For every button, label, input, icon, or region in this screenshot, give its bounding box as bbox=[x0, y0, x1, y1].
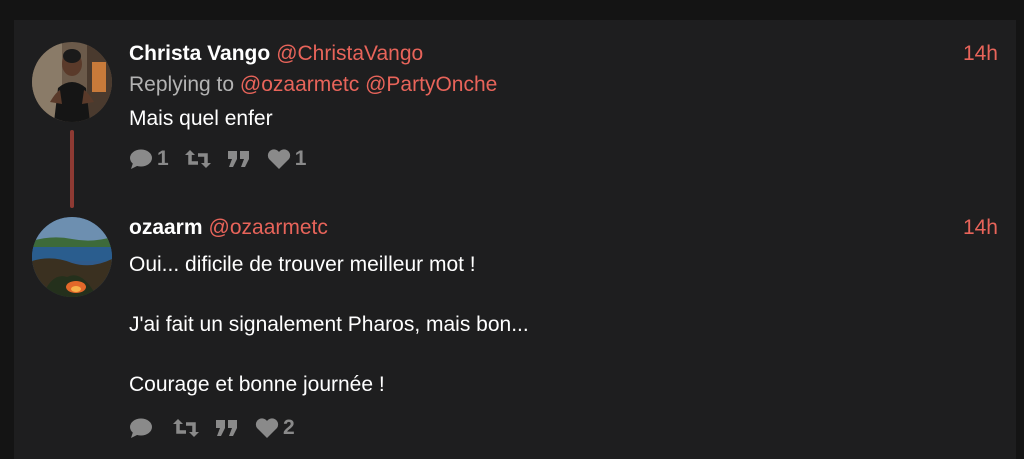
like-count: 2 bbox=[283, 416, 295, 439]
tweet-header: Christa Vango @ChristaVango 14h bbox=[129, 39, 998, 69]
tweet-text-line: J'ai fait un signalement Pharos, mais bo… bbox=[129, 313, 529, 336]
mention-link[interactable]: @ozaarmetc bbox=[240, 73, 359, 96]
quote-button[interactable] bbox=[227, 150, 251, 168]
avatar[interactable] bbox=[32, 42, 112, 122]
tweet-text-line: Oui... dificile de trouver meilleur mot … bbox=[129, 253, 476, 276]
quote-button[interactable] bbox=[215, 419, 239, 437]
tweet-text: Mais quel enfer bbox=[129, 107, 273, 130]
tweet-timestamp[interactable]: 14h bbox=[963, 39, 998, 69]
tweet-actions: 1 1 bbox=[129, 144, 998, 174]
tweet-header: ozaarm @ozaarmetc 14h bbox=[129, 213, 998, 243]
reply-icon bbox=[130, 149, 152, 169]
heart-icon bbox=[255, 417, 279, 438]
tweet-text-line: Courage et bonne journée ! bbox=[129, 373, 385, 396]
retweet-icon bbox=[173, 419, 199, 437]
replying-to: Replying to @ozaarmetc @PartyOnche bbox=[129, 69, 998, 101]
tweet-content: ozaarm @ozaarmetc 14h Oui... dificile de … bbox=[129, 213, 998, 443]
retweet-button[interactable] bbox=[184, 149, 211, 169]
reply-button[interactable] bbox=[129, 417, 157, 439]
thread-line bbox=[70, 130, 74, 208]
tweet-content: Christa Vango @ChristaVango 14h Replying … bbox=[129, 39, 998, 174]
retweet-button[interactable] bbox=[173, 418, 199, 438]
tweet-timestamp[interactable]: 14h bbox=[963, 213, 998, 243]
like-button[interactable]: 2 bbox=[255, 416, 295, 440]
reply-icon bbox=[130, 418, 152, 438]
reply-button[interactable]: 1 bbox=[129, 147, 169, 171]
quote-icon bbox=[227, 151, 249, 167]
like-count: 1 bbox=[294, 147, 307, 170]
mention-link[interactable]: @PartyOnche bbox=[365, 73, 497, 96]
retweet-icon bbox=[184, 150, 211, 168]
tweet-actions: 2 bbox=[129, 413, 998, 443]
avatar[interactable] bbox=[32, 217, 112, 297]
author-handle[interactable]: @ozaarmetc bbox=[209, 216, 328, 239]
conversation-panel: Christa Vango @ChristaVango 14h Replying … bbox=[14, 20, 1016, 459]
landscape-avatar-icon bbox=[32, 217, 112, 297]
reply-count: 1 bbox=[157, 147, 169, 170]
quote-icon bbox=[216, 420, 237, 436]
author-name[interactable]: Christa Vango bbox=[129, 42, 270, 65]
heart-icon bbox=[267, 148, 290, 169]
author-handle[interactable]: @ChristaVango bbox=[276, 42, 423, 65]
like-button[interactable]: 1 bbox=[267, 147, 307, 171]
person-avatar-icon bbox=[32, 42, 112, 122]
author-name[interactable]: ozaarm bbox=[129, 216, 203, 239]
replying-to-label: Replying to bbox=[129, 73, 235, 96]
